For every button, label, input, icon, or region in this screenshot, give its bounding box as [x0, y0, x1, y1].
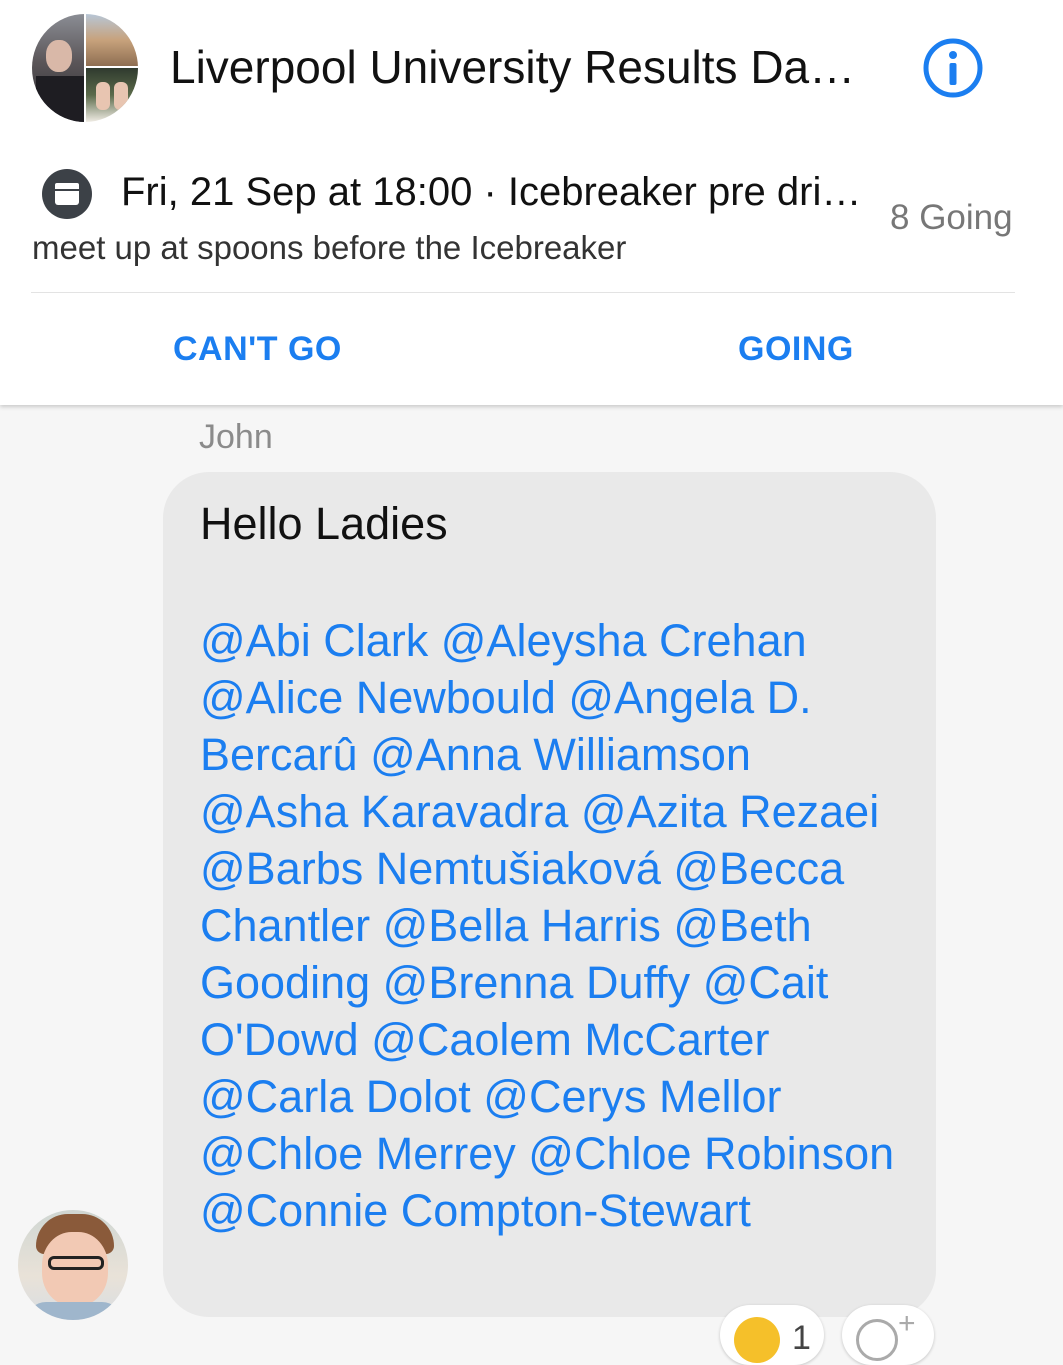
message-greeting: Hello Ladies [200, 498, 448, 549]
going-button[interactable]: GOING [738, 330, 854, 369]
mention-link[interactable]: @Chloe Merrey [200, 1128, 516, 1179]
avatar-photo-2 [86, 14, 138, 66]
sender-name: John [199, 418, 273, 456]
mention-link[interactable]: @Chloe Robinson [528, 1128, 894, 1179]
going-count[interactable]: 8 Going [890, 198, 1013, 238]
add-reaction-button[interactable]: + [842, 1305, 934, 1365]
event-description: meet up at spoons before the Icebreaker [32, 229, 627, 266]
mention-link[interactable]: @Caolem McCarter [371, 1014, 769, 1065]
laughing-emoji-icon [734, 1317, 780, 1363]
mention-link[interactable]: @Abi Clark [200, 615, 428, 666]
group-avatar[interactable] [32, 14, 138, 122]
mention-link[interactable]: @Barbs Nemtušiaková [200, 843, 661, 894]
mention-link[interactable]: @Cerys Mellor [483, 1071, 781, 1122]
mention-link[interactable]: @Anna Williamson [370, 729, 751, 780]
mention-link[interactable]: @Carla Dolot [200, 1071, 471, 1122]
avatar-photo-3 [86, 68, 138, 122]
divider [31, 292, 1015, 293]
message-bubble[interactable]: Hello Ladies @Abi Clark @Aleysha Crehan … [163, 472, 936, 1317]
mention-link[interactable]: @Aleysha Crehan [441, 615, 807, 666]
thread-header: Liverpool University Results Da… Fri, 21… [0, 0, 1063, 405]
mention-link[interactable]: @Connie Compton-Stewart [200, 1185, 751, 1236]
info-icon[interactable] [922, 37, 984, 99]
calendar-icon [42, 169, 92, 219]
mention-link[interactable]: @Azita Rezaei [581, 786, 879, 837]
mention-link[interactable]: @Asha Karavadra [200, 786, 568, 837]
cant-go-button[interactable]: CAN'T GO [173, 330, 342, 369]
mention-link[interactable]: @Bella Harris [383, 900, 661, 951]
mention-list: @Abi Clark @Aleysha Crehan @Alice Newbou… [200, 612, 910, 1239]
event-summary[interactable]: Fri, 21 Sep at 18:00 · Icebreaker pre dr… [121, 170, 861, 215]
thread-title[interactable]: Liverpool University Results Da… [170, 40, 870, 94]
reaction-count: 1 [792, 1319, 811, 1357]
mention-link[interactable]: @Brenna Duffy [383, 957, 691, 1008]
add-reaction-icon [856, 1319, 898, 1361]
avatar-photo-1 [32, 14, 84, 122]
mention-link[interactable]: @Alice Newbould [200, 672, 556, 723]
avatar[interactable] [18, 1210, 128, 1320]
reaction-pill[interactable]: 1 [720, 1305, 824, 1365]
